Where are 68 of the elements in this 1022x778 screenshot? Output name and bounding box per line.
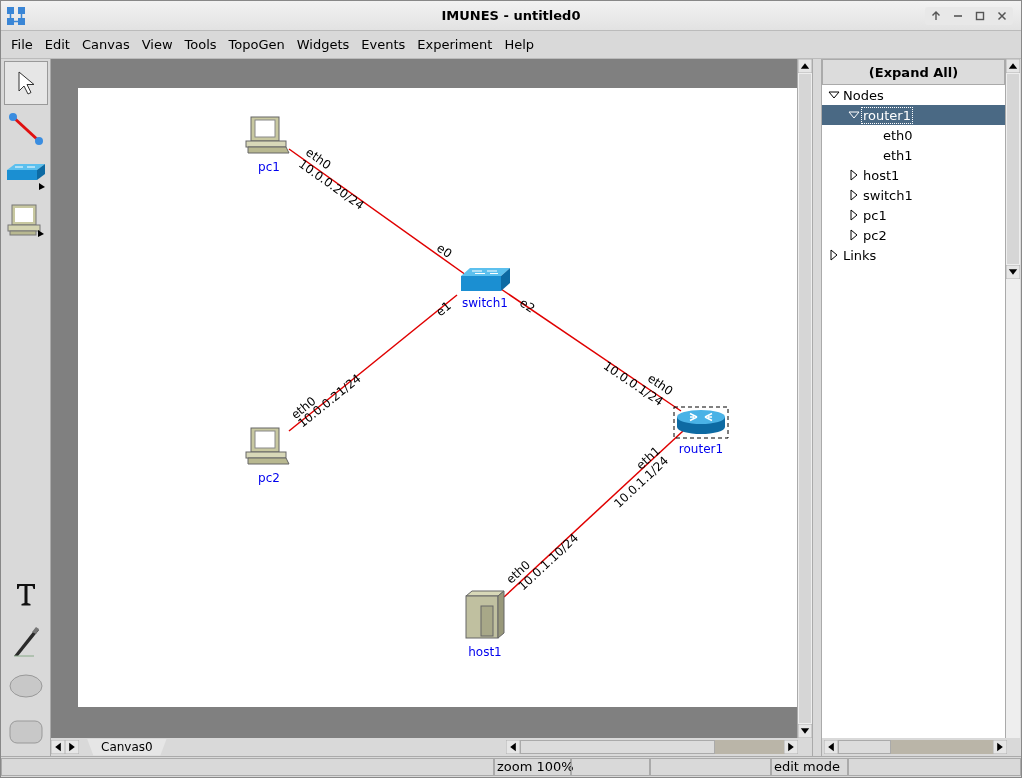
collapsed-icon[interactable] [849, 229, 859, 241]
tree-item[interactable]: switch1 [822, 185, 1005, 205]
menu-item[interactable]: Help [498, 37, 541, 52]
scroll-up-icon[interactable] [1006, 59, 1020, 73]
menu-item[interactable]: View [135, 37, 179, 52]
pointer-icon [16, 71, 35, 95]
pc-icon [5, 203, 46, 239]
canvas-tab[interactable]: Canvas0 [87, 738, 167, 756]
menu-item[interactable]: Canvas [75, 37, 136, 52]
text-tool-icon [14, 582, 37, 606]
server-icon[interactable] [465, 590, 505, 639]
app-logo-icon [6, 5, 26, 26]
rounded-rectangle-icon [8, 720, 43, 744]
tree-item[interactable]: Nodes [822, 85, 1005, 105]
node-label: pc2 [258, 471, 280, 485]
expanded-icon[interactable] [828, 90, 840, 100]
switch-icon[interactable] [461, 268, 510, 291]
scroll-left-icon[interactable] [51, 740, 65, 754]
tree-item[interactable]: eth1 [822, 145, 1005, 165]
scroll-right-icon[interactable] [784, 740, 798, 754]
menu-item[interactable]: File [5, 37, 39, 52]
window-title: IMUNES - untitled0 [441, 8, 581, 23]
oval-icon [8, 674, 43, 698]
link-line[interactable] [288, 148, 467, 276]
select-tool-button[interactable] [3, 61, 48, 105]
node-label: switch1 [462, 296, 508, 310]
link-icon [7, 112, 44, 146]
node-label: router1 [678, 442, 724, 456]
node-label: pc1 [258, 160, 280, 174]
horizontal-scrollbar[interactable] [506, 740, 798, 754]
tree-item[interactable]: eth0 [822, 125, 1005, 145]
scrollbar-thumb[interactable] [799, 74, 811, 723]
expand-all-button[interactable]: (Expand All) [822, 59, 1005, 85]
mode-status: edit mode [771, 758, 848, 776]
zoom-status: zoom 100% [494, 758, 571, 776]
interface-label: e0 [434, 240, 455, 261]
scroll-up-icon[interactable] [798, 59, 812, 73]
collapsed-icon[interactable] [849, 189, 859, 201]
collapsed-icon[interactable] [829, 249, 839, 261]
interface-label: e1 [433, 298, 454, 320]
tree-item[interactable]: host1 [822, 165, 1005, 185]
horizontal-scrollbar[interactable] [824, 740, 1007, 754]
scrollbar-thumb[interactable] [1007, 74, 1019, 264]
vertical-scrollbar[interactable] [1005, 59, 1020, 738]
scroll-down-icon[interactable] [798, 724, 812, 738]
tree-item[interactable]: pc1 [822, 205, 1005, 225]
scroll-right-icon[interactable] [993, 740, 1007, 754]
vertical-scrollbar[interactable] [797, 59, 812, 738]
menu-item[interactable]: Tools [178, 37, 223, 52]
menu-item[interactable]: TopoGen [222, 37, 291, 52]
scroll-left-icon[interactable] [506, 740, 520, 754]
scroll-left-icon[interactable] [824, 740, 838, 754]
menu-item[interactable]: Edit [38, 37, 76, 52]
tree-item[interactable]: Links [822, 245, 1005, 265]
collapsed-icon[interactable] [849, 209, 859, 221]
scroll-down-icon[interactable] [1006, 265, 1020, 279]
pc-icon[interactable] [245, 116, 290, 154]
link-line[interactable] [288, 294, 458, 432]
collapsed-icon[interactable] [849, 169, 859, 181]
scroll-right-icon[interactable] [65, 740, 79, 754]
menu-item[interactable]: Widgets [290, 37, 356, 52]
tree-item[interactable]: router1 [822, 105, 1005, 125]
menu-item[interactable]: Events [355, 37, 412, 52]
interface-label: e2 [517, 295, 538, 316]
pc-icon[interactable] [245, 427, 290, 465]
tree-item[interactable]: pc2 [822, 225, 1005, 245]
node-label: host1 [468, 645, 502, 659]
menu-item[interactable]: Experiment [411, 37, 499, 52]
